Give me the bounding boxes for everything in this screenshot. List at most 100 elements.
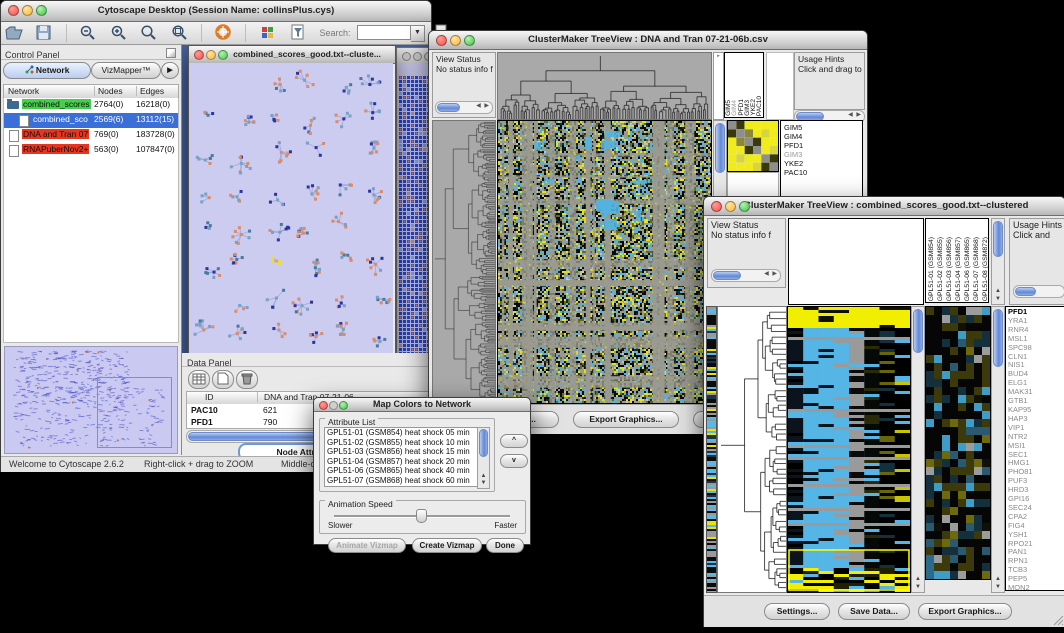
w1-column-label[interactable]: PAC10 <box>757 96 763 116</box>
minimize-button[interactable] <box>22 5 33 16</box>
close-button[interactable] <box>194 50 204 60</box>
w2-column-label[interactable]: GPL51-03 (GSM856) <box>945 237 954 301</box>
save-icon[interactable] <box>34 23 54 42</box>
attribute-item[interactable]: GPL51-04 (GSM857) heat shock 20 min <box>325 457 477 467</box>
view-status-hscrollbar[interactable]: ◀ ▶ <box>711 269 781 282</box>
close-button[interactable] <box>8 5 19 16</box>
w1-row-label[interactable]: GIM5 <box>784 123 862 132</box>
dp-row-val[interactable]: 621 <box>263 405 277 415</box>
search-input[interactable] <box>357 25 411 40</box>
network-overview-canvas[interactable] <box>4 346 178 454</box>
tab-vizmapper[interactable]: VizMapper™ <box>91 62 161 79</box>
dp-col-id[interactable]: ID <box>205 392 214 402</box>
view-status-hscrollbar[interactable]: ◀ ▶ <box>435 101 493 114</box>
zoom-selected-icon[interactable] <box>139 23 159 42</box>
zoom-heatmap-canvas[interactable] <box>727 120 779 172</box>
create-vizmap-button[interactable]: Create Vizmap <box>412 538 482 553</box>
attribute-list-vscrollbar[interactable]: ▲▼ <box>477 427 490 489</box>
col-network[interactable]: Network <box>8 86 39 96</box>
w1-row-label[interactable]: GIM4 <box>784 132 862 141</box>
heatmap-vscrollbar[interactable]: ▲▼ <box>911 306 925 593</box>
zoom-fit-icon[interactable] <box>170 23 190 42</box>
w1-row-label[interactable]: PFD1 <box>784 141 862 150</box>
minimize-button[interactable] <box>725 201 736 212</box>
zoom-button[interactable] <box>464 35 475 46</box>
w2-column-label[interactable]: GPL51-04 (GSM857) <box>954 237 963 301</box>
w2-column-label[interactable]: GPL51-02 (GSM855) <box>936 237 945 301</box>
row-dendrogram-canvas[interactable] <box>432 120 496 404</box>
attribute-item[interactable]: GPL51-06 (GSM865) heat shock 40 min <box>325 466 477 476</box>
tab-overflow-arrow[interactable]: ▶ <box>161 62 179 79</box>
attribute-item[interactable]: GPL51-02 (GSM855) heat shock 10 min <box>325 438 477 448</box>
zoom-button[interactable] <box>339 401 348 410</box>
minimize-button[interactable] <box>413 52 422 61</box>
speed-slider-thumb[interactable] <box>416 509 427 523</box>
zoom-vscrollbar[interactable]: ▲▼ <box>991 306 1005 593</box>
column-dendrogram-canvas[interactable] <box>497 52 712 120</box>
gene-label[interactable]: MON2 <box>1006 584 1064 591</box>
done-button[interactable]: Done <box>486 538 524 553</box>
heatmap-canvas[interactable] <box>497 120 712 404</box>
minimize-button[interactable] <box>450 35 461 46</box>
dp-row-id[interactable]: PFD1 <box>191 417 213 427</box>
global-strip-canvas[interactable] <box>706 306 717 593</box>
close-button[interactable] <box>436 35 447 46</box>
close-button[interactable] <box>402 52 411 61</box>
tab-network[interactable]: Network <box>3 62 91 79</box>
resize-grip[interactable] <box>1052 614 1064 626</box>
w2-column-label[interactable]: GPL51-01 (GSM854) <box>927 237 936 301</box>
network-canvas-2[interactable] <box>397 64 431 353</box>
zoom-heatmap-canvas[interactable] <box>925 306 991 580</box>
save-data-button[interactable]: Save Data... <box>838 603 910 620</box>
dp-row-id[interactable]: PAC10 <box>191 405 218 415</box>
dialog-titlebar[interactable]: Map Colors to Network <box>314 398 530 412</box>
attribute-list[interactable]: GPL51-01 (GSM854) heat shock 05 minGPL51… <box>324 427 478 487</box>
zoom-button[interactable] <box>739 201 750 212</box>
float-panel-icon[interactable] <box>166 48 176 58</box>
network-tree-row[interactable]: RNAPuberNov2+563(0)107847(0) <box>4 143 178 158</box>
dp-row-val[interactable]: 790 <box>263 417 277 427</box>
network-tree-row[interactable]: combined_scores2764(0)16218(0) <box>4 98 178 113</box>
minimize-button[interactable] <box>329 401 338 410</box>
help-ring-icon[interactable] <box>214 23 234 42</box>
w1-row-label[interactable]: GIM3 <box>784 150 862 159</box>
zoom-button[interactable] <box>36 5 47 16</box>
treeview1-titlebar[interactable]: ClusterMaker TreeView : DNA and Tran 07-… <box>429 31 867 50</box>
vizmap-grid-icon[interactable] <box>258 23 278 42</box>
network-tree-row[interactable]: DNA and Tran 07769(0)183728(0) <box>4 128 178 143</box>
open-icon[interactable] <box>4 23 24 42</box>
attribute-item[interactable]: GPL51-01 (GSM854) heat shock 05 min <box>325 428 477 438</box>
column-labels-vscrollbar[interactable]: ▲▼ <box>991 218 1005 305</box>
network-tree-row[interactable]: combined_sco2569(6)13112(15) <box>4 113 178 128</box>
close-button[interactable] <box>711 201 722 212</box>
col-nodes[interactable]: Nodes <box>94 86 123 96</box>
trash-icon[interactable] <box>236 370 258 389</box>
document-icon[interactable] <box>212 370 234 389</box>
table-icon[interactable] <box>188 370 210 389</box>
attribute-item[interactable]: GPL51-03 (GSM856) heat shock 15 min <box>325 447 477 457</box>
network-canvas[interactable] <box>189 63 393 353</box>
usage-hints-hscrollbar[interactable] <box>1013 285 1064 298</box>
heatmap-canvas[interactable] <box>787 306 911 593</box>
zoom-button[interactable] <box>218 50 228 60</box>
w1-row-label[interactable]: YKE2 <box>784 159 862 168</box>
row-dendrogram-canvas[interactable] <box>717 306 787 593</box>
filter-icon[interactable] <box>288 23 308 42</box>
column-tree-arrow[interactable]: ▸ <box>713 52 724 120</box>
cytoscape-titlebar[interactable]: Cytoscape Desktop (Session Name: collins… <box>1 1 431 22</box>
export-graphics-button[interactable]: Export Graphics... <box>573 411 679 428</box>
zoom-in-icon[interactable] <box>109 23 129 42</box>
treeview2-titlebar[interactable]: ClusterMaker TreeView : combined_scores_… <box>704 197 1064 216</box>
animate-vizmap-button[interactable]: Animate Vizmap <box>328 538 406 553</box>
w2-column-label[interactable]: GPL51-08 (GSM872) <box>981 237 989 301</box>
export-graphics-button[interactable]: Export Graphics... <box>918 603 1012 620</box>
w2-column-label[interactable]: GPL51-07 (GSM868) <box>972 237 981 301</box>
settings-button[interactable]: Settings... <box>764 603 830 620</box>
zoom-out-icon[interactable] <box>78 23 98 42</box>
w2-column-label[interactable]: GPL51-06 (GSM865) <box>963 237 972 301</box>
move-down-button[interactable]: v <box>500 454 528 468</box>
col-edges[interactable]: Edges <box>136 86 164 96</box>
attribute-item[interactable]: GPL51-07 (GSM868) heat shock 60 min <box>325 476 477 486</box>
network-view-window-2[interactable] <box>396 47 431 353</box>
w1-row-label[interactable]: PAC10 <box>784 168 862 177</box>
